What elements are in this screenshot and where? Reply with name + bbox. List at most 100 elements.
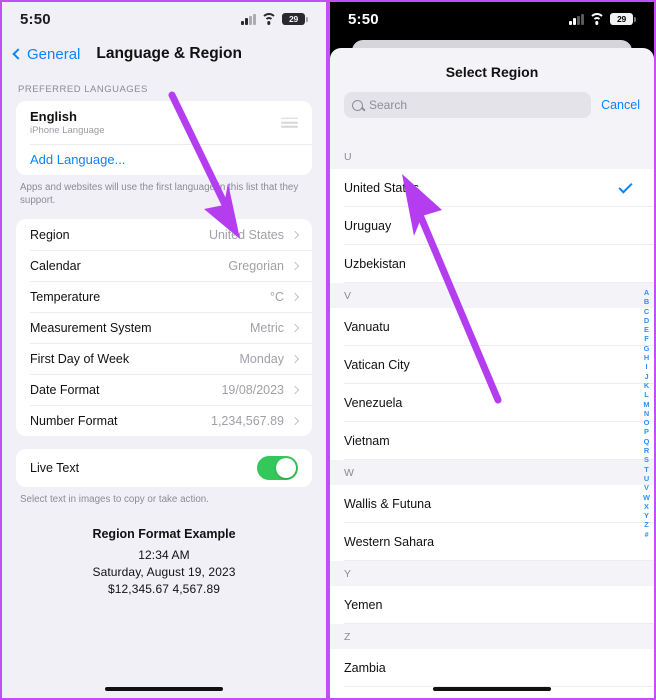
home-indicator	[433, 686, 551, 691]
status-bar-right: 5:50 29	[330, 2, 654, 36]
cellular-signal-icon	[569, 13, 584, 25]
chevron-right-icon	[290, 354, 300, 364]
back-button-label: General	[27, 45, 81, 63]
index-letter[interactable]: E	[644, 325, 649, 334]
preferred-languages-header: PREFERRED LANGUAGES	[18, 84, 148, 95]
reorder-handle-icon[interactable]	[281, 117, 298, 128]
index-letter[interactable]: Z	[644, 520, 649, 529]
preferred-languages-footnote: Apps and websites will use the first lan…	[20, 182, 299, 207]
status-indicators: 29	[241, 13, 308, 25]
row-label: Measurement System	[30, 320, 152, 335]
list-item-label: United States	[344, 181, 420, 195]
settings-row-calendar[interactable]: Calendar Gregorian	[16, 250, 312, 281]
list-item[interactable]: Western Sahara	[330, 523, 654, 561]
list-item[interactable]: Uruguay	[330, 207, 654, 245]
row-label: Date Format	[30, 382, 100, 397]
row-value: Metric	[249, 320, 284, 335]
live-text-toggle[interactable]	[257, 456, 298, 481]
chevron-right-icon	[290, 385, 300, 395]
list-item-label: Vanuatu	[344, 320, 390, 334]
section-header: V	[330, 283, 654, 308]
home-indicator	[105, 686, 223, 691]
alphabet-index[interactable]: A B C D E F G H I J K L M N O P Q R S T U V W X Y Z #	[643, 288, 650, 539]
language-subtitle: iPhone Language	[30, 125, 105, 136]
index-letter[interactable]: T	[644, 465, 649, 474]
settings-row-measurement-system[interactable]: Measurement System Metric	[16, 312, 312, 343]
index-letter[interactable]: H	[644, 353, 649, 362]
settings-row-region[interactable]: Region United States	[16, 219, 312, 250]
sheet-title: Select Region	[445, 64, 539, 80]
row-label: First Day of Week	[30, 351, 130, 366]
settings-row-first-day-of-week[interactable]: First Day of Week Monday	[16, 343, 312, 374]
index-letter[interactable]: M	[643, 400, 649, 409]
language-row-english[interactable]: English iPhone Language	[16, 101, 312, 144]
index-letter[interactable]: J	[644, 372, 648, 381]
row-label: Number Format	[30, 413, 118, 428]
index-letter[interactable]: G	[644, 344, 650, 353]
settings-row-date-format[interactable]: Date Format 19/08/2023	[16, 374, 312, 405]
index-letter[interactable]: #	[644, 530, 648, 539]
index-letter[interactable]: Q	[644, 437, 650, 446]
chevron-right-icon	[290, 323, 300, 333]
cellular-signal-icon	[241, 13, 256, 25]
list-item-label: Vatican City	[344, 358, 410, 372]
index-letter[interactable]: V	[644, 483, 649, 492]
list-item[interactable]: United States	[330, 169, 654, 207]
index-letter[interactable]: W	[643, 493, 650, 502]
index-letter[interactable]: F	[644, 334, 649, 343]
row-value: United States	[208, 227, 284, 242]
microphone-icon[interactable]	[575, 99, 583, 112]
index-letter[interactable]: L	[644, 390, 649, 399]
navigation-bar: General Language & Region	[2, 36, 326, 72]
region-list[interactable]: U United States Uruguay Uzbekistan V Vanuatu V…	[330, 144, 654, 698]
row-value: 1,234,567.89	[211, 413, 284, 428]
index-letter[interactable]: C	[644, 307, 649, 316]
battery-icon: 29	[610, 13, 636, 25]
list-item[interactable]: Vanuatu	[330, 308, 654, 346]
page-title: Language & Region	[96, 45, 242, 62]
back-button-general[interactable]: General	[12, 45, 81, 63]
index-letter[interactable]: D	[644, 316, 649, 325]
chevron-right-icon	[290, 230, 300, 240]
index-letter[interactable]: R	[644, 446, 649, 455]
list-item[interactable]: Vietnam	[330, 422, 654, 460]
index-letter[interactable]: B	[644, 297, 649, 306]
settings-row-temperature[interactable]: Temperature °C	[16, 281, 312, 312]
add-language-row[interactable]: Add Language...	[16, 144, 312, 175]
row-value: °C	[269, 289, 284, 304]
list-item[interactable]: Wallis & Futuna	[330, 485, 654, 523]
add-language-label: Add Language...	[30, 152, 126, 167]
index-letter[interactable]: N	[644, 409, 649, 418]
cancel-button[interactable]: Cancel	[601, 98, 640, 112]
list-item[interactable]: Vatican City	[330, 346, 654, 384]
section-header: Y	[330, 561, 654, 586]
index-letter[interactable]: U	[644, 474, 649, 483]
status-indicators: 29	[569, 13, 636, 25]
live-text-row[interactable]: Live Text	[16, 449, 312, 487]
status-time: 5:50	[348, 10, 379, 28]
list-item[interactable]: Venezuela	[330, 384, 654, 422]
live-text-card: Live Text	[16, 449, 312, 488]
list-item-label: Zambia	[344, 661, 386, 675]
preferred-languages-card: English iPhone Language Add Language...	[16, 101, 312, 175]
row-value: Gregorian	[228, 258, 284, 273]
search-bar: Search Cancel	[330, 92, 654, 128]
index-letter[interactable]: A	[644, 288, 649, 297]
index-letter[interactable]: K	[644, 381, 649, 390]
list-item-label: Uzbekistan	[344, 257, 406, 271]
index-letter[interactable]: S	[644, 455, 649, 464]
list-item[interactable]: Zambia	[330, 649, 654, 687]
row-value: Monday	[239, 351, 284, 366]
index-letter[interactable]: I	[645, 362, 647, 371]
list-item-label: Vietnam	[344, 434, 390, 448]
index-letter[interactable]: X	[644, 502, 649, 511]
list-item-label: Wallis & Futuna	[344, 497, 432, 511]
list-item[interactable]: Uzbekistan	[330, 245, 654, 283]
index-letter[interactable]: P	[644, 427, 649, 436]
settings-row-number-format[interactable]: Number Format 1,234,567.89	[16, 405, 312, 436]
list-item[interactable]: Yemen	[330, 586, 654, 624]
index-letter[interactable]: O	[644, 418, 650, 427]
search-input[interactable]: Search	[344, 92, 592, 118]
index-letter[interactable]: Y	[644, 511, 649, 520]
example-numbers: $12,345.67 4,567.89	[107, 581, 220, 596]
